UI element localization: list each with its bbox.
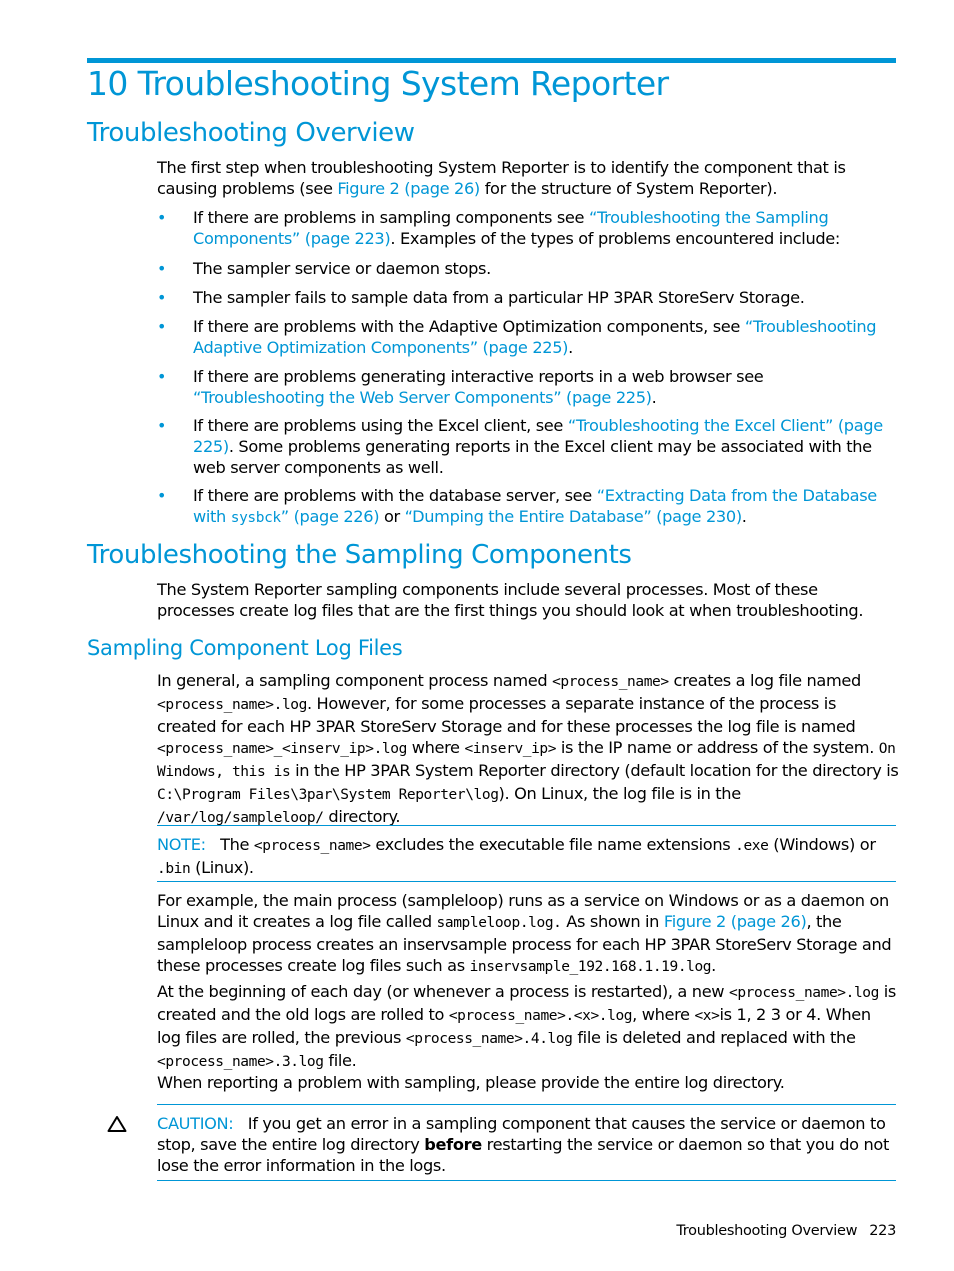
text: If there are problems with the database …: [193, 486, 597, 505]
code: <x>: [694, 1008, 720, 1024]
figure-2-link[interactable]: Figure 2 (page 26): [664, 912, 807, 931]
bullet-icon: •: [157, 317, 167, 336]
caution-bottom-rule: [157, 1180, 896, 1181]
footer-section-title: Troubleshooting Overview: [676, 1223, 858, 1239]
text: In general, a sampling component process…: [157, 671, 553, 690]
text: creates a log file named: [668, 671, 862, 690]
code: <inserv_ip>: [464, 741, 557, 757]
text: If there are problems generating interac…: [193, 367, 764, 386]
note-box: NOTE: The <process_name> excludes the ex…: [157, 834, 899, 880]
text: is the IP name or address of the system.: [556, 738, 879, 757]
note-label: NOTE:: [157, 835, 206, 854]
code: <process_name>: [552, 674, 669, 690]
text: (Windows) or: [768, 835, 876, 854]
text: . Examples of the types of problems enco…: [390, 229, 840, 248]
bullet-icon: •: [157, 259, 167, 278]
text: If there are problems in sampling compon…: [193, 208, 589, 227]
page-number: 223: [869, 1223, 896, 1239]
text: .: [741, 507, 747, 526]
section-heading-sampling-components: Troubleshooting the Sampling Components: [87, 540, 632, 570]
bold-text: before: [424, 1135, 482, 1154]
code: C:\Program Files\3par\System Reporter\lo…: [157, 787, 499, 803]
code: <process_name>.3.log: [157, 1054, 324, 1070]
caution-top-rule: [157, 1104, 896, 1105]
code: sampleloop.log.: [436, 915, 562, 931]
web-server-components-link[interactable]: “Troubleshooting the Web Server Componen…: [193, 388, 652, 407]
code: inservsample_192.168.1.19.log: [469, 959, 712, 975]
text: excludes the executable file name extens…: [370, 835, 736, 854]
note-top-rule: [157, 825, 896, 826]
example-paragraph: For example, the main process (sampleloo…: [157, 890, 899, 978]
text: .: [568, 338, 573, 357]
caution-box: CAUTION: If you get an error in a sampli…: [157, 1113, 899, 1176]
code: <process_name>: [253, 838, 371, 854]
log-rolling-paragraph: At the beginning of each day (or wheneve…: [157, 981, 899, 1073]
text: .: [651, 388, 657, 407]
page-footer: Troubleshooting Overview 223: [676, 1223, 896, 1239]
text: in the HP 3PAR System Reporter directory…: [290, 761, 899, 780]
code: <process_name>_<inserv_ip>.log: [157, 741, 407, 757]
text: ). On Linux, the log file is in the: [498, 784, 742, 803]
text: The: [220, 835, 254, 854]
text: As shown in: [561, 912, 664, 931]
text: where: [406, 738, 465, 757]
code: <process_name>.4.log: [405, 1031, 573, 1047]
text: directory.: [323, 807, 401, 826]
dumping-database-link[interactable]: “Dumping the Entire Database” (page 230): [405, 507, 743, 526]
text: or: [379, 507, 405, 526]
text: The sampler fails to sample data from a …: [193, 288, 805, 307]
warning-triangle-icon: [107, 1116, 127, 1132]
figure-2-link[interactable]: Figure 2 (page 26): [337, 179, 480, 198]
code: .exe: [735, 838, 769, 854]
note-bottom-rule: [157, 881, 896, 882]
reporting-paragraph: When reporting a problem with sampling, …: [157, 1073, 785, 1092]
chapter-top-rule: [87, 58, 896, 63]
bullet-icon: •: [157, 416, 167, 435]
text: file is deleted and replaced with the: [572, 1028, 856, 1047]
code: <process_name>.log: [157, 697, 307, 713]
caution-label: CAUTION:: [157, 1114, 234, 1133]
code: .bin: [157, 861, 191, 877]
text: If there are problems with the Adaptive …: [193, 317, 745, 336]
text: for the structure of System Reporter).: [479, 179, 778, 198]
bullet-icon: •: [157, 288, 167, 307]
text: . Some problems generating reports in th…: [193, 437, 872, 477]
code: <process_name>.log: [729, 985, 879, 1001]
text: (Linux).: [190, 858, 254, 877]
bullet-icon: •: [157, 208, 167, 227]
text: The sampler service or daemon stops.: [193, 259, 491, 278]
subsection-heading-log-files: Sampling Component Log Files: [87, 636, 403, 660]
code: sysbck: [230, 510, 281, 526]
text: If there are problems using the Excel cl…: [193, 416, 568, 435]
bullet-icon: •: [157, 486, 167, 505]
text: file.: [323, 1051, 357, 1070]
bullet-icon: •: [157, 367, 167, 386]
text: ” (page 226): [280, 507, 380, 526]
sampling-intro-paragraph: The System Reporter sampling components …: [157, 580, 864, 620]
code: /var/log/sampleloop/: [157, 810, 324, 826]
chapter-title: 10 Troubleshooting System Reporter: [87, 64, 669, 103]
text: , where: [632, 1005, 695, 1024]
overview-intro-paragraph: The first step when troubleshooting Syst…: [157, 157, 899, 199]
text: At the beginning of each day (or wheneve…: [157, 982, 729, 1001]
section-heading-troubleshooting-overview: Troubleshooting Overview: [87, 118, 415, 148]
log-files-paragraph: In general, a sampling component process…: [157, 670, 899, 829]
code: <process_name>.<x>.log: [448, 1008, 633, 1024]
text: .: [711, 956, 716, 975]
